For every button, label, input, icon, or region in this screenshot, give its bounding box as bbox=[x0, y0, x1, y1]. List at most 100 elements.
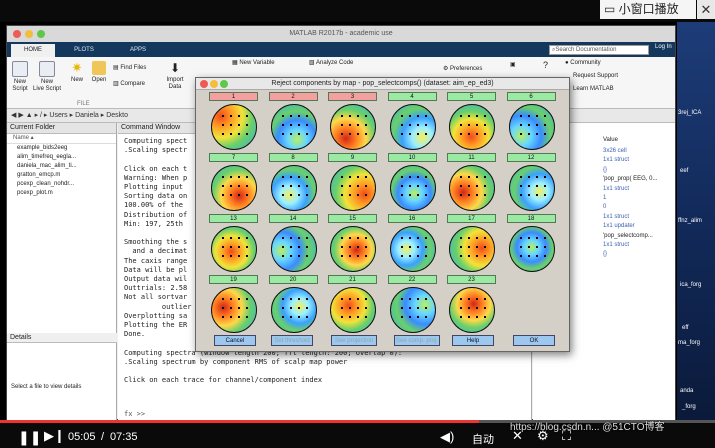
file-item[interactable]: daniela_mac_alim_ti... bbox=[7, 162, 116, 171]
request-support-link[interactable]: Request Support bbox=[573, 73, 618, 80]
scalp-map-20[interactable] bbox=[270, 287, 317, 333]
scalp-map-18[interactable] bbox=[508, 226, 555, 272]
scalp-map-12[interactable] bbox=[508, 165, 555, 211]
close-dialog-icon[interactable] bbox=[200, 80, 208, 88]
component-label-19[interactable]: 19 bbox=[209, 275, 258, 284]
component-label-22[interactable]: 22 bbox=[387, 275, 437, 284]
component-label-15[interactable]: 15 bbox=[328, 214, 377, 223]
pause-icon[interactable]: ❚❚ bbox=[18, 429, 41, 446]
analyze-code-button[interactable]: ▧ Analyze Code bbox=[309, 60, 353, 67]
scalp-map-7[interactable] bbox=[211, 165, 257, 211]
scalp-map-13[interactable] bbox=[211, 226, 257, 272]
desktop-file-label[interactable]: _forg bbox=[682, 404, 696, 411]
scalp-map-16[interactable] bbox=[389, 226, 436, 272]
component-label-5[interactable]: 5 bbox=[447, 92, 496, 101]
scalp-map-23[interactable] bbox=[449, 287, 495, 333]
scalp-map-4[interactable] bbox=[389, 104, 436, 150]
scalp-map-22[interactable] bbox=[389, 287, 436, 333]
tab-home[interactable]: HOME bbox=[11, 44, 55, 57]
component-label-9[interactable]: 9 bbox=[328, 153, 377, 162]
scalp-map-2[interactable] bbox=[270, 104, 317, 150]
component-label-12[interactable]: 12 bbox=[506, 153, 556, 162]
component-label-11[interactable]: 11 bbox=[447, 153, 496, 162]
component-label-7[interactable]: 7 bbox=[209, 153, 258, 162]
scalp-map-17[interactable] bbox=[449, 226, 495, 272]
new-button[interactable]: ✷ New bbox=[67, 61, 87, 84]
tab-plots[interactable]: PLOTS bbox=[57, 44, 111, 57]
desktop-file-label[interactable]: ica_forg bbox=[680, 282, 701, 289]
help-button[interactable]: Help bbox=[452, 335, 494, 346]
import-data-button[interactable]: ⬇ Import Data bbox=[164, 61, 186, 91]
command-prompt[interactable]: fx >> bbox=[124, 410, 145, 418]
file-item[interactable]: pcexp_clean_nohdr... bbox=[7, 180, 116, 189]
cancel-button[interactable]: Cancel bbox=[214, 335, 256, 346]
file-item[interactable]: pcexp_plot.m bbox=[7, 189, 116, 198]
pip-button[interactable]: ▭ 小窗口播放 bbox=[600, 0, 696, 19]
scalp-map-19[interactable] bbox=[211, 287, 257, 333]
set-threshold-button[interactable]: Set threshold bbox=[271, 335, 313, 346]
component-label-18[interactable]: 18 bbox=[506, 214, 556, 223]
scalp-map-21[interactable] bbox=[330, 287, 376, 333]
scalp-map-5[interactable] bbox=[449, 104, 495, 150]
minimize-dialog-icon[interactable] bbox=[210, 80, 218, 88]
new-variable-button[interactable]: ▦ New Variable bbox=[232, 60, 275, 67]
component-label-2[interactable]: 2 bbox=[268, 92, 318, 101]
component-label-23[interactable]: 23 bbox=[447, 275, 496, 284]
component-label-1[interactable]: 1 bbox=[209, 92, 258, 101]
component-label-21[interactable]: 21 bbox=[328, 275, 377, 284]
zoom-dialog-icon[interactable] bbox=[220, 80, 228, 88]
find-files-button[interactable]: ▤ Find Files bbox=[113, 65, 146, 72]
component-label-6[interactable]: 6 bbox=[506, 92, 556, 101]
volume-icon[interactable]: ◀) bbox=[440, 429, 454, 445]
new-live-script-button[interactable]: New Live Script bbox=[33, 61, 61, 93]
file-item[interactable]: example_bids2eeg bbox=[7, 144, 116, 153]
preferences-button[interactable]: ⚙ Preferences bbox=[443, 66, 482, 73]
login-link[interactable]: Log In bbox=[655, 44, 672, 50]
tab-apps[interactable]: APPS bbox=[113, 44, 163, 57]
file-item[interactable]: alim_timefreq_eegla... bbox=[7, 153, 116, 162]
desktop-file-label[interactable]: eff bbox=[682, 325, 689, 332]
scalp-map-6[interactable] bbox=[508, 104, 555, 150]
zoom-window-icon[interactable] bbox=[37, 30, 45, 38]
component-label-20[interactable]: 20 bbox=[268, 275, 318, 284]
scalp-map-9[interactable] bbox=[330, 165, 376, 211]
help-icon[interactable]: ? bbox=[543, 61, 548, 70]
scalp-map-11[interactable] bbox=[449, 165, 495, 211]
scalp-map-15[interactable] bbox=[330, 226, 376, 272]
scalp-map-10[interactable] bbox=[389, 165, 436, 211]
desktop-file-label[interactable]: anda bbox=[680, 388, 693, 395]
close-window-icon[interactable] bbox=[13, 30, 21, 38]
current-path[interactable]: ▸ / ▸ Users ▸ Daniela ▸ Deskto bbox=[35, 112, 128, 119]
scalp-map-14[interactable] bbox=[270, 226, 317, 272]
compare-button[interactable]: ▥ Compare bbox=[113, 81, 145, 88]
community-link[interactable]: ● Community bbox=[565, 60, 601, 67]
desktop-file-label[interactable]: eef bbox=[680, 168, 688, 175]
search-documentation-input[interactable]: ⌕Search Documentation bbox=[549, 45, 649, 55]
file-item[interactable]: gratton_emcp.m bbox=[7, 171, 116, 180]
component-label-8[interactable]: 8 bbox=[268, 153, 318, 162]
scalp-map-1[interactable] bbox=[211, 104, 257, 150]
component-label-17[interactable]: 17 bbox=[447, 214, 496, 223]
folder-up-icon[interactable]: ▲ bbox=[26, 112, 33, 119]
see-comp-proj-button[interactable]: See comp. proj. bbox=[394, 335, 440, 346]
desktop-file-label[interactable]: ma_forg bbox=[678, 340, 700, 347]
see-projection-button[interactable]: See projection bbox=[331, 335, 377, 346]
learn-matlab-link[interactable]: Learn MATLAB bbox=[573, 86, 614, 93]
ok-button[interactable]: OK bbox=[513, 335, 555, 346]
component-label-10[interactable]: 10 bbox=[387, 153, 437, 162]
minimize-window-icon[interactable] bbox=[25, 30, 33, 38]
next-icon[interactable]: ▶❙ bbox=[44, 428, 65, 444]
value-column-header[interactable]: Value bbox=[603, 137, 618, 143]
desktop-file-label[interactable]: 3rej_ICA bbox=[678, 110, 701, 117]
new-script-button[interactable]: New Script bbox=[10, 61, 30, 93]
name-column-header[interactable]: Name ▴ bbox=[7, 134, 116, 144]
component-label-14[interactable]: 14 bbox=[268, 214, 318, 223]
back-icon[interactable]: ◀ bbox=[7, 112, 16, 119]
forward-icon[interactable]: ▶ bbox=[18, 112, 23, 119]
component-label-4[interactable]: 4 bbox=[387, 92, 437, 101]
open-button[interactable]: Open bbox=[89, 61, 109, 84]
component-label-13[interactable]: 13 bbox=[209, 214, 258, 223]
component-label-16[interactable]: 16 bbox=[387, 214, 437, 223]
desktop-file-label[interactable]: ffnz_alim bbox=[678, 218, 702, 225]
layout-icon[interactable]: ▣ bbox=[510, 62, 516, 69]
